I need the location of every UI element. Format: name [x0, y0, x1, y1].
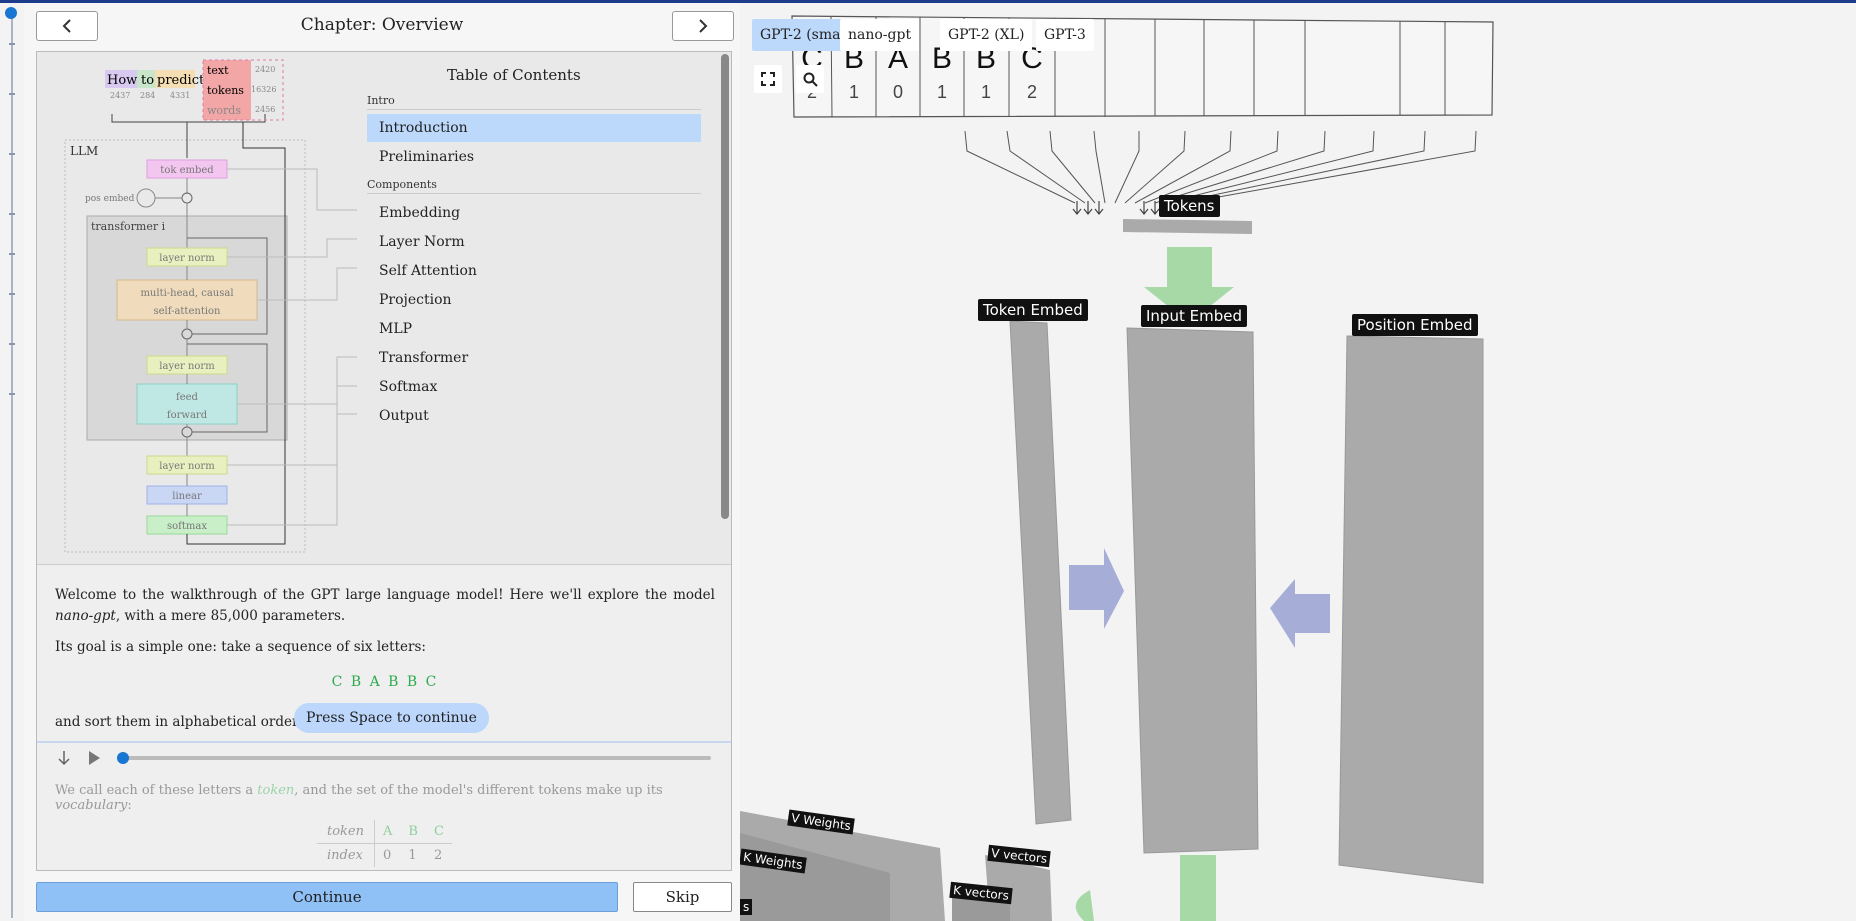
search-icon — [803, 72, 818, 87]
input-index: 0 — [893, 82, 903, 102]
progress-tick[interactable] — [9, 393, 15, 395]
continue-button[interactable]: Continue — [36, 882, 618, 912]
model-diagram-area: How to predict 2437 284 4331 text tokens… — [37, 52, 731, 565]
input-index: 1 — [981, 82, 991, 102]
arrow-down-icon[interactable] — [57, 750, 71, 766]
play-icon[interactable] — [87, 750, 101, 766]
input-word: How — [107, 73, 137, 88]
feed-forward-label: feed — [176, 392, 199, 403]
chapter-progress-marker[interactable] — [5, 7, 17, 19]
toc-section-components: Components — [367, 178, 701, 194]
input-count: 4331 — [170, 91, 190, 100]
position-embed-label: Position Embed — [1352, 314, 1478, 336]
input-count: 2437 — [110, 91, 130, 100]
toc-item-output[interactable]: Output — [367, 402, 701, 430]
faded-paragraph: We call each of these letters a token, a… — [55, 783, 663, 813]
legend-words: words — [207, 104, 241, 117]
progress-tick[interactable] — [9, 43, 15, 45]
toc-item-mlp[interactable]: MLP — [367, 315, 701, 343]
progress-tick[interactable] — [9, 253, 15, 255]
toc-item-transformer[interactable]: Transformer — [367, 344, 701, 372]
input-embed-label: Input Embed — [1141, 305, 1247, 327]
input-word: to — [141, 73, 154, 88]
toc-section-intro: Intro — [367, 94, 701, 110]
input-index: 1 — [849, 82, 859, 102]
toc-item-self-attention[interactable]: Self Attention — [367, 257, 701, 285]
tokens-label: Tokens — [1159, 195, 1220, 217]
playback-divider — [37, 741, 731, 743]
toc-item-embedding[interactable]: Embedding — [367, 199, 701, 227]
vocabulary-table: token A B C index 0 1 2 — [317, 820, 452, 867]
table-row: token A B C — [317, 820, 452, 844]
input-word: predict — [157, 73, 205, 88]
progress-tick[interactable] — [9, 343, 15, 345]
legend-count: 16326 — [251, 85, 276, 94]
fullscreen-icon — [761, 72, 775, 86]
model-gpt2-xl-button[interactable]: GPT-2 (XL) — [940, 19, 1033, 51]
progress-tick[interactable] — [9, 213, 15, 215]
toc-item-layer-norm[interactable]: Layer Norm — [367, 228, 701, 256]
goal-paragraph: Its goal is a simple one: take a sequenc… — [55, 639, 426, 655]
transformer-label: transformer i — [91, 220, 166, 233]
model-gpt3-button[interactable]: GPT-3 — [1036, 19, 1094, 51]
llm-architecture-diagram: How to predict 2437 284 4331 text tokens… — [64, 59, 357, 553]
intro-paragraph: Welcome to the walkthrough of the GPT la… — [55, 587, 715, 624]
model-nano-gpt-button[interactable]: nano-gpt — [840, 19, 920, 51]
legend-tokens: tokens — [207, 84, 244, 97]
layer-norm-label: layer norm — [159, 361, 215, 372]
input-index: 1 — [937, 82, 947, 102]
layer-norm-label: layer norm — [159, 253, 215, 264]
chapter-title: Chapter: Overview — [300, 15, 464, 35]
legend-count: 2456 — [255, 105, 275, 114]
pos-embed-label: pos embed — [85, 194, 135, 204]
s-label: s — [740, 899, 753, 915]
progress-tick[interactable] — [9, 153, 15, 155]
search-button[interactable] — [796, 65, 824, 93]
progress-tick[interactable] — [9, 293, 15, 295]
chapter-progress-line — [11, 13, 13, 918]
model-3d-canvas[interactable]: C B A B B C 2 1 0 1 1 2 — [740, 3, 1856, 921]
toc-item-projection[interactable]: Projection — [367, 286, 701, 314]
token-embed-label: Token Embed — [978, 299, 1088, 321]
toc-item-preliminaries[interactable]: Preliminaries — [367, 143, 701, 171]
progress-tick[interactable] — [9, 93, 15, 95]
input-count: 284 — [140, 91, 155, 100]
chevron-right-icon — [699, 19, 708, 33]
layer-norm-label: layer norm — [159, 461, 215, 472]
walkthrough-panel: Chapter: Overview How to predict 2437 28… — [24, 3, 740, 921]
fullscreen-button[interactable] — [754, 65, 782, 93]
input-index: 2 — [1027, 82, 1037, 102]
attention-label: self-attention — [153, 306, 221, 317]
playback-knob[interactable] — [117, 752, 129, 764]
playback-track[interactable] — [121, 756, 711, 760]
toc-title: Table of Contents — [447, 66, 581, 84]
legend-count: 2420 — [255, 65, 275, 74]
chapter-progress-strip[interactable] — [0, 3, 24, 921]
content-scroll-pane[interactable]: How to predict 2437 284 4331 text tokens… — [36, 51, 732, 871]
next-chapter-button[interactable] — [672, 11, 734, 41]
linear-label: linear — [172, 491, 202, 502]
legend-text: text — [207, 64, 229, 77]
playback-controls — [37, 744, 731, 772]
table-row: index 0 1 2 — [317, 843, 452, 867]
vertical-scrollbar[interactable] — [721, 54, 729, 519]
press-space-hint[interactable]: Press Space to continue — [294, 703, 489, 733]
feed-forward-label: forward — [167, 410, 208, 421]
toc-item-softmax[interactable]: Softmax — [367, 373, 701, 401]
llm-label: LLM — [70, 144, 98, 158]
softmax-label: softmax — [167, 521, 207, 532]
toc-item-introduction[interactable]: Introduction — [367, 114, 701, 142]
skip-button[interactable]: Skip — [633, 882, 732, 912]
model-3d-view[interactable]: C B A B B C 2 1 0 1 1 2 — [740, 3, 1856, 921]
tok-embed-label: tok embed — [160, 165, 214, 176]
input-sequence: C B A B B C — [331, 674, 439, 690]
attention-label: multi-head, causal — [140, 288, 233, 299]
